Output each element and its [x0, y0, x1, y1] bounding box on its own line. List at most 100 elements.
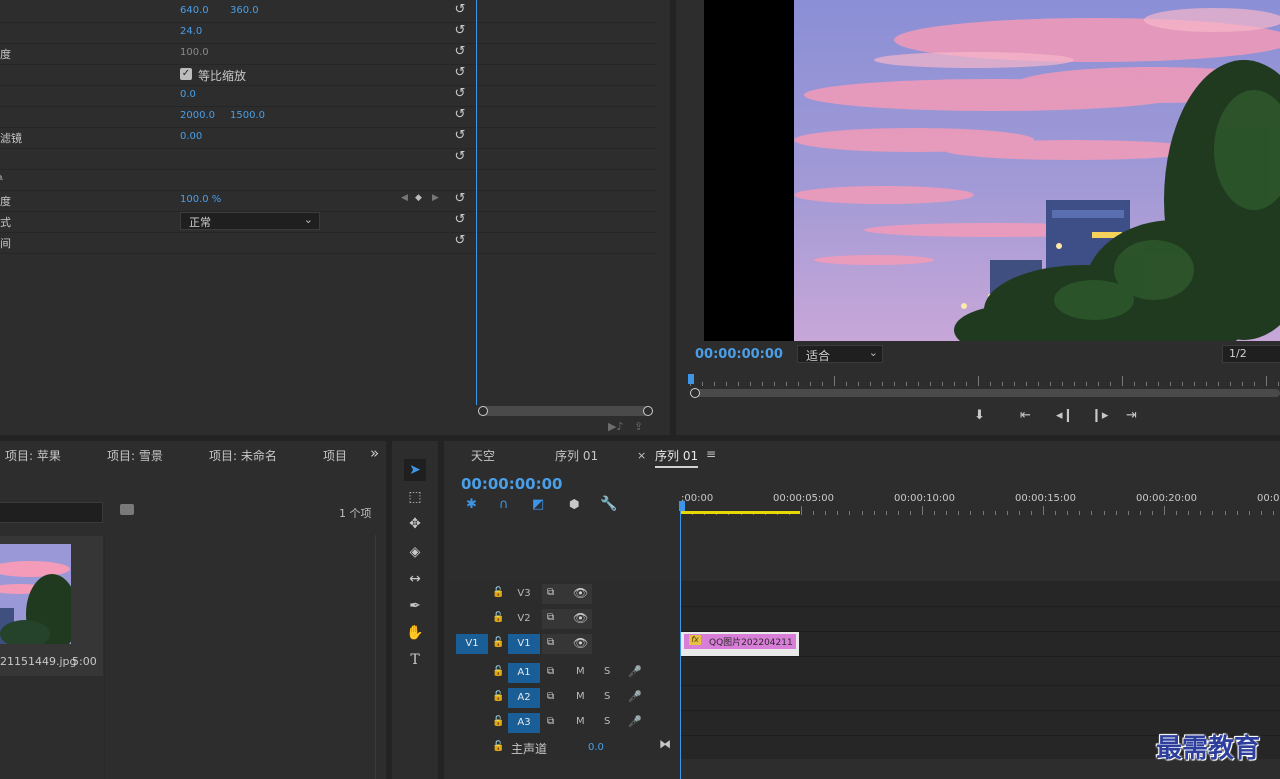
play-audio-icon[interactable]: ▶♪: [608, 420, 623, 433]
reset-parameter-icon[interactable]: ↺: [453, 24, 467, 38]
timeline-tab[interactable]: 天空: [471, 447, 495, 464]
master-lock-icon[interactable]: 🔓: [492, 741, 504, 752]
next-keyframe-icon[interactable]: ▶: [432, 193, 439, 203]
ec-value-1[interactable]: 100.0 %: [180, 194, 221, 205]
ec-value-1[interactable]: 640.0: [180, 5, 209, 16]
panel-menu-icon[interactable]: ≡: [706, 447, 716, 461]
hand-tool-icon[interactable]: ✋: [404, 622, 426, 644]
track-lock-icon[interactable]: 🔓: [492, 716, 504, 727]
timeline-playhead-line[interactable]: [680, 511, 681, 779]
monitor-playhead[interactable]: [688, 374, 694, 384]
track-target-a1[interactable]: A1: [508, 663, 540, 683]
program-timecode[interactable]: 00:00:00:00: [695, 347, 783, 362]
fx-badge[interactable]: fx: [689, 635, 701, 645]
monitor-scroll-handle[interactable]: [690, 388, 700, 398]
track-lock-icon[interactable]: 🔓: [492, 612, 504, 623]
ec-scroll-handle-right[interactable]: [643, 406, 653, 416]
go-to-in-icon[interactable]: ⇤: [1020, 408, 1031, 423]
panel-overflow-icon[interactable]: »: [370, 444, 379, 462]
ec-value-1[interactable]: 24.0: [180, 26, 202, 37]
timeline-tab[interactable]: 序列 01: [555, 447, 598, 464]
add-marker-icon[interactable]: ⬇: [974, 408, 985, 423]
toggle-sync-icon[interactable]: ⧉: [547, 666, 554, 677]
type-tool-icon[interactable]: T: [404, 649, 426, 671]
audio-track-lane[interactable]: [681, 661, 1280, 686]
close-tab-icon[interactable]: ×: [637, 449, 646, 462]
timeline-tab-active[interactable]: 序列 01: [655, 447, 699, 468]
blend-mode-dropdown[interactable]: 正常 ⌄: [180, 212, 320, 230]
solo-button[interactable]: S: [604, 716, 610, 727]
toggle-sync-icon[interactable]: ⧉: [547, 716, 554, 727]
insert-nest-icon[interactable]: ✱: [466, 497, 477, 512]
step-forward-icon[interactable]: ❙▸: [1091, 408, 1108, 423]
razor-tool-icon[interactable]: ◈: [404, 541, 426, 563]
work-area-bar[interactable]: [681, 511, 800, 514]
track-lock-icon[interactable]: 🔓: [492, 691, 504, 702]
microphone-icon[interactable]: 🎤: [628, 665, 642, 678]
toggle-sync-icon[interactable]: ⧉: [547, 637, 554, 648]
reset-parameter-icon[interactable]: ↺: [453, 87, 467, 101]
reset-parameter-icon[interactable]: ↺: [453, 3, 467, 17]
go-to-out-icon[interactable]: ⇥: [1126, 408, 1137, 423]
step-back-icon[interactable]: ◂❙: [1056, 408, 1073, 423]
master-track-value[interactable]: 0.0: [588, 742, 604, 753]
ec-value-2[interactable]: 1500.0: [230, 110, 265, 121]
ec-zoom-scrollbar[interactable]: [478, 406, 650, 416]
mute-button[interactable]: M: [576, 666, 585, 677]
track-target-a2[interactable]: A2: [508, 688, 540, 708]
slip-tool-icon[interactable]: ↔: [404, 568, 426, 590]
eye-icon[interactable]: 👁: [573, 611, 588, 625]
reset-parameter-icon[interactable]: ↺: [453, 129, 467, 143]
ec-value-1[interactable]: 2000.0: [180, 110, 215, 121]
ec-value-2[interactable]: 360.0: [230, 5, 259, 16]
monitor-scrollbar[interactable]: [690, 389, 1280, 397]
prev-keyframe-icon[interactable]: ◀: [401, 193, 408, 203]
selection-tool-icon[interactable]: ➤: [404, 459, 426, 481]
new-bin-icon[interactable]: [120, 504, 134, 515]
linked-selection-icon[interactable]: ◩: [532, 497, 544, 512]
audio-track-lane[interactable]: [681, 686, 1280, 711]
reset-parameter-icon[interactable]: ↺: [453, 213, 467, 227]
track-target-v3[interactable]: V3: [508, 584, 540, 604]
timeline-timecode[interactable]: 00:00:00:00: [461, 475, 563, 493]
ec-value-1[interactable]: 0.0: [180, 89, 196, 100]
solo-button[interactable]: S: [604, 691, 610, 702]
pen-tool-icon[interactable]: ✎: [0, 170, 6, 184]
ec-scroll-handle-left[interactable]: [478, 406, 488, 416]
project-tab[interactable]: 项目: [323, 447, 347, 464]
snap-icon[interactable]: ∩: [499, 497, 509, 512]
solo-button[interactable]: S: [604, 666, 610, 677]
eye-icon[interactable]: 👁: [573, 586, 588, 600]
project-tab[interactable]: 项目: 雪景: [107, 447, 163, 464]
source-patch-v1[interactable]: V1: [456, 634, 488, 654]
microphone-icon[interactable]: 🎤: [628, 690, 642, 703]
toggle-sync-icon[interactable]: ⧉: [547, 612, 554, 623]
project-clip-thumbnail[interactable]: 21151449.jpg 5:00: [0, 536, 103, 676]
track-select-tool-icon[interactable]: ⬚: [404, 486, 426, 508]
reset-parameter-icon[interactable]: ↺: [453, 45, 467, 59]
project-search-input[interactable]: [0, 502, 103, 523]
track-lock-icon[interactable]: 🔓: [492, 666, 504, 677]
resolution-dropdown[interactable]: 1/2: [1222, 345, 1280, 363]
mute-button[interactable]: M: [576, 716, 585, 727]
reset-parameter-icon[interactable]: ↺: [453, 192, 467, 206]
track-target-v2[interactable]: V2: [508, 609, 540, 629]
reset-parameter-icon[interactable]: ↺: [453, 66, 467, 80]
uniform-scale-checkbox[interactable]: ✓: [180, 68, 192, 80]
mute-button[interactable]: M: [576, 691, 585, 702]
ec-value-1[interactable]: 0.00: [180, 131, 202, 142]
reset-parameter-icon[interactable]: ↺: [453, 150, 467, 164]
timeline-clip[interactable]: fx QQ图片202204211: [681, 632, 799, 656]
add-keyframe-icon[interactable]: ◆: [415, 193, 422, 203]
project-tab[interactable]: 项目: 苹果: [5, 447, 61, 464]
ripple-edit-tool-icon[interactable]: ✥: [404, 513, 426, 535]
track-lock-icon[interactable]: 🔓: [492, 587, 504, 598]
eye-icon[interactable]: 👁: [573, 636, 588, 650]
microphone-icon[interactable]: 🎤: [628, 715, 642, 728]
track-lock-icon[interactable]: 🔓: [492, 637, 504, 648]
ec-playhead-line[interactable]: [476, 0, 477, 405]
toggle-sync-icon[interactable]: ⧉: [547, 691, 554, 702]
export-frame-icon[interactable]: ⇪: [634, 420, 643, 433]
monitor-ruler[interactable]: [690, 374, 1280, 386]
track-target-v1[interactable]: V1: [508, 634, 540, 654]
